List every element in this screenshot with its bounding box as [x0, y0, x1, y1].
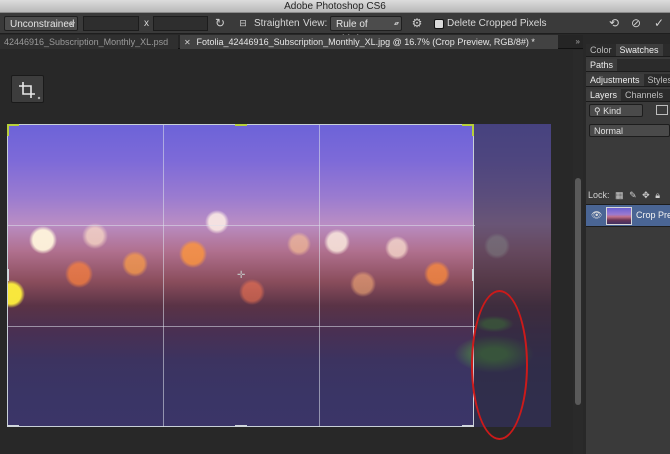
lock-transparency-icon[interactable]: ▦	[615, 190, 624, 200]
lock-row: Lock: ▦ ✎ ✥ 🔒︎	[588, 189, 660, 201]
layer-name: Crop Preview	[636, 210, 670, 220]
straighten-icon[interactable]: ⊟	[235, 16, 251, 31]
clear-rotate-icon[interactable]: ↻	[212, 16, 228, 31]
crop-tool-button[interactable]	[11, 75, 44, 103]
photoshop-window: Adobe Photoshop CS6 Unconstrained x ↻ ⊟ …	[0, 0, 670, 454]
thirds-grid-line	[8, 225, 475, 226]
ratio-preset-dropdown[interactable]: Unconstrained	[4, 16, 78, 32]
tab-styles[interactable]: Styles	[644, 74, 670, 86]
scroll-thumb[interactable]	[575, 178, 581, 405]
tab-psd[interactable]: 42446916_Subscription_Monthly_XL.psd	[0, 35, 178, 49]
crop-handle-top[interactable]	[235, 124, 247, 126]
delete-cropped-label: Delete Cropped Pixels	[447, 18, 547, 29]
lock-brush-icon[interactable]: ✎	[629, 190, 637, 200]
straighten-button[interactable]: Straighten	[254, 16, 300, 31]
tab-paths[interactable]: Paths	[586, 59, 618, 71]
cancel-icon[interactable]: ⊘	[628, 16, 644, 31]
crop-center-marker: ✛	[237, 270, 246, 281]
blend-mode-dropdown[interactable]: Normal	[589, 124, 670, 137]
tab-swatches[interactable]: Swatches	[615, 44, 663, 56]
paths-panel-tabs: Paths	[586, 59, 670, 72]
crop-handle-top-right[interactable]	[472, 124, 474, 136]
view-label: View:	[303, 18, 328, 29]
search-icon: ⚲	[594, 106, 601, 116]
commit-check-icon[interactable]: ✓	[651, 16, 667, 31]
document-canvas[interactable]: ✛	[7, 124, 551, 427]
layer-thumbnail	[606, 207, 632, 225]
filter-kind-label: Kind	[603, 106, 622, 116]
tab-jpg[interactable]: ✕ Fotolia_42446916_Subscription_Monthly_…	[180, 35, 558, 49]
vertical-scrollbar[interactable]	[573, 50, 583, 454]
gear-icon[interactable]: ⚙	[409, 16, 425, 31]
crop-handle-left[interactable]	[7, 269, 9, 281]
height-field[interactable]	[153, 16, 208, 31]
visibility-eye-icon[interactable]: 👁︎	[591, 210, 602, 221]
crop-handle-bottom-left[interactable]	[7, 425, 19, 427]
layers-panel-tabs: Layers Channels	[586, 89, 670, 102]
close-icon[interactable]: ✕	[184, 36, 194, 49]
lock-move-icon[interactable]: ✥	[642, 190, 650, 200]
document-tabs: 42446916_Subscription_Monthly_XL.psd ✕ F…	[0, 35, 583, 49]
crop-handle-top-left[interactable]	[7, 124, 9, 136]
dimension-separator: x	[144, 18, 149, 29]
crop-handle-bottom[interactable]	[235, 425, 247, 427]
view-overlay-dropdown[interactable]: Rule of Thirds	[330, 16, 402, 45]
options-bar: Unconstrained x ↻ ⊟ Straighten View: Rul…	[0, 13, 670, 45]
tab-label: Fotolia_42446916_Subscription_Monthly_XL…	[196, 37, 535, 47]
lock-all-icon[interactable]: 🔒︎	[655, 190, 660, 200]
crop-icon	[19, 82, 41, 100]
tab-adjustments[interactable]: Adjustments	[586, 74, 644, 86]
width-field[interactable]	[83, 16, 139, 31]
color-panel-tabs: Color Swatches	[586, 44, 670, 57]
image-filter-icon[interactable]	[656, 105, 668, 115]
thirds-grid-line	[319, 125, 320, 427]
reset-icon[interactable]: ⟲	[606, 16, 622, 31]
panels-column: Color Swatches Paths Adjustments Styles La…	[586, 44, 670, 454]
layer-filter-dropdown[interactable]: ⚲ Kind	[589, 104, 643, 117]
tab-color[interactable]: Color	[586, 44, 616, 56]
crop-handle-bottom-right[interactable]	[462, 425, 474, 427]
adjustments-panel-tabs: Adjustments Styles	[586, 74, 670, 87]
window-title: Adobe Photoshop CS6	[0, 0, 670, 13]
tab-channels[interactable]: Channels	[621, 89, 667, 101]
lock-label: Lock:	[588, 190, 610, 200]
tab-label: 42446916_Subscription_Monthly_XL.psd	[4, 37, 169, 47]
highlight-oval	[471, 290, 528, 440]
tab-layers[interactable]: Layers	[586, 89, 622, 101]
tabs-overflow-icon[interactable]: »	[576, 35, 580, 49]
thirds-grid-line	[8, 326, 475, 327]
thirds-grid-line	[163, 125, 164, 427]
delete-cropped-checkbox[interactable]	[434, 19, 444, 29]
crop-handle-right[interactable]	[472, 269, 474, 281]
layer-row[interactable]: 👁︎ Crop Preview	[586, 204, 670, 227]
